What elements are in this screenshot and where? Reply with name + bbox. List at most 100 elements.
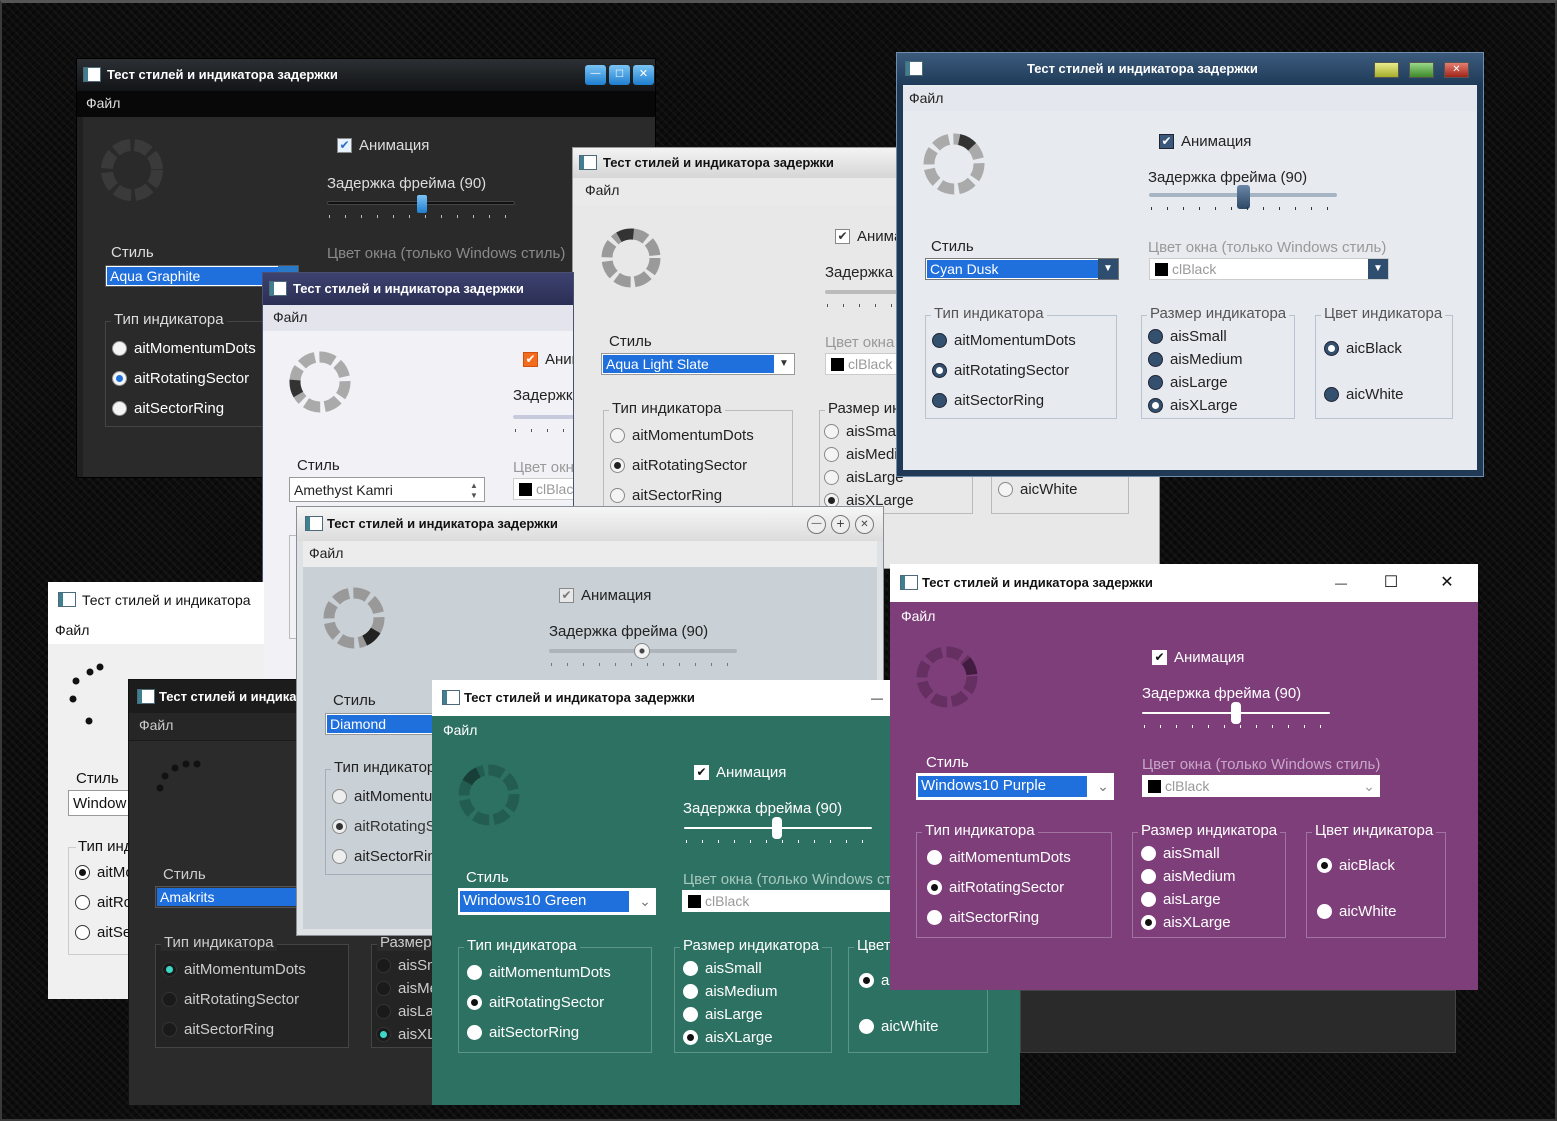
menu-file[interactable]: Файл xyxy=(909,90,943,106)
style-combo[interactable]: Aqua Light Slate ▼ xyxy=(601,353,795,375)
title-bar[interactable]: Тест стилей и индикатора задержки xyxy=(263,273,573,305)
radio-size-small[interactable]: aisSmall xyxy=(683,960,762,977)
maximize-button[interactable]: ☐ xyxy=(1368,564,1414,602)
color-swatch xyxy=(1155,263,1168,276)
menu-file[interactable]: Файл xyxy=(443,722,477,738)
radio-color-white[interactable]: aicWhite xyxy=(859,1018,939,1035)
radio-momentum-dots[interactable]: aitMomentumDots xyxy=(467,964,611,981)
frame-delay-slider[interactable] xyxy=(513,409,573,433)
app-icon xyxy=(900,575,918,590)
indicator-type-group: Тип индикатора aitMomentumDots aitRotati… xyxy=(458,937,652,1053)
radio-color-black[interactable]: aicBlack xyxy=(1324,340,1402,357)
radio-size-small[interactable]: aisSmall xyxy=(824,423,903,440)
radio-size-large[interactable]: aisLarge xyxy=(1148,374,1228,391)
radio-size-xlarge[interactable]: aisXLarge xyxy=(1148,397,1238,414)
radio-color-black[interactable]: aicBlack xyxy=(1317,857,1395,874)
menu-file[interactable]: Файл xyxy=(55,622,89,638)
radio-rotating-sector[interactable]: aitRotatingSector xyxy=(467,994,604,1011)
check-icon: ✔ xyxy=(523,352,538,367)
style-label: Стиль xyxy=(466,869,509,886)
minimize-button[interactable]: — xyxy=(1318,564,1364,602)
window-color-combo[interactable]: clBlack ⌄ xyxy=(1142,775,1380,797)
frame-delay-slider[interactable] xyxy=(1142,702,1330,729)
indicator-type-group: Тип индикатора aitMomentumDots aitRotati… xyxy=(603,400,793,514)
close-button[interactable]: ✕ xyxy=(855,515,874,534)
window-title: Тест стилей и индикатора задержки xyxy=(464,690,695,705)
radio-size-small[interactable]: aisSmall xyxy=(1148,328,1227,345)
radio-momentum-dots[interactable]: aitMomentumDots xyxy=(162,961,306,978)
menu-file[interactable]: Файл xyxy=(139,717,173,733)
window-windows10-purple: Тест стилей и индикатора задержки — ☐ ✕ … xyxy=(890,564,1478,990)
style-combo[interactable]: Amethyst Kamri ▲ ▼ xyxy=(289,477,485,502)
menu-file[interactable]: Файл xyxy=(273,309,307,325)
style-combo[interactable]: Cyan Dusk ▼ xyxy=(925,258,1119,280)
radio-sector-ring[interactable]: aitSectorRing xyxy=(332,848,444,865)
radio-color-white[interactable]: aicWhite xyxy=(1317,903,1397,920)
radio-momentum-dots[interactable]: aitMomentumDots xyxy=(927,849,1071,866)
minimize-button[interactable]: — xyxy=(862,680,892,716)
maximize-button[interactable] xyxy=(1409,62,1434,78)
radio-momentum-dots[interactable]: aitMomentumDots xyxy=(932,332,1076,349)
animation-checkbox[interactable]: ✔ Анимация xyxy=(523,351,573,368)
animation-label: Анимация xyxy=(581,587,652,604)
close-button[interactable]: ✕ xyxy=(633,65,654,85)
window-color-combo[interactable]: clBlack xyxy=(682,890,922,912)
menu-file[interactable]: Файл xyxy=(86,95,120,111)
title-bar[interactable]: Тест стилей и индикатора задержки — ☐ ✕ xyxy=(890,564,1478,602)
radio-size-small[interactable]: aisSmall xyxy=(1141,845,1220,862)
radio-sector-ring[interactable]: aitSectorRing xyxy=(932,392,1044,409)
radio-momentum-dots[interactable]: aitMomentumDots xyxy=(610,427,754,444)
radio-sector-ring[interactable]: aitSectorRing xyxy=(162,1021,274,1038)
radio-momentum-dots[interactable]: aitMomentumDots xyxy=(112,340,256,357)
minimize-button[interactable]: — xyxy=(585,65,606,85)
title-bar[interactable]: Тест стилей и индикатора задержки — + ✕ xyxy=(297,507,883,541)
menu-file[interactable]: Файл xyxy=(585,182,619,198)
close-button[interactable]: ✕ xyxy=(1444,62,1469,78)
radio-rotating-sector[interactable]: aitRotatingSector xyxy=(927,879,1064,896)
window-color-combo[interactable]: clBlack ▼ xyxy=(1149,258,1389,280)
frame-delay-slider[interactable] xyxy=(684,817,872,844)
minimize-button[interactable] xyxy=(1374,62,1399,78)
style-combo[interactable]: Windows10 Green ⌄ xyxy=(458,888,656,915)
radio-rotating-sector[interactable]: aitRotatingSector xyxy=(610,457,747,474)
animation-checkbox[interactable]: ✔ Анимация xyxy=(694,764,786,781)
style-combo[interactable]: Windows10 Purple ⌄ xyxy=(916,773,1114,800)
window-title: Тест стилей и индикатора задержки xyxy=(327,516,558,531)
radio-color-white[interactable]: aicWhite xyxy=(998,481,1078,498)
maximize-button[interactable]: ☐ xyxy=(609,65,630,85)
frame-delay-slider[interactable] xyxy=(1149,185,1337,211)
radio-sector-ring[interactable]: aitSectorRing xyxy=(610,487,722,504)
radio-size-medium[interactable]: aisMedium xyxy=(683,983,778,1000)
radio-sector-ring[interactable]: aitSectorRing xyxy=(467,1024,579,1041)
radio-size-medium[interactable]: aisMedium xyxy=(1148,351,1243,368)
maximize-button[interactable]: + xyxy=(831,515,850,534)
frame-delay-slider[interactable] xyxy=(549,643,737,667)
title-bar[interactable]: Тест стилей и индикатора задержки — ☐ ✕ xyxy=(77,59,655,91)
app-icon xyxy=(269,281,287,296)
radio-sector-ring[interactable]: aitSectorRing xyxy=(927,909,1039,926)
menu-file[interactable]: Файл xyxy=(309,545,343,561)
radio-size-large[interactable]: aisLarge xyxy=(824,469,904,486)
radio-rotating-sector[interactable]: aitRotatingSector xyxy=(112,370,249,387)
radio-size-large[interactable]: aisLarge xyxy=(1141,891,1221,908)
frame-delay-label: Задержка фрейма (90) xyxy=(683,800,843,817)
radio-size-xlarge[interactable]: aisXLarge xyxy=(683,1029,773,1046)
menu-file[interactable]: Файл xyxy=(901,608,935,624)
radio-rotating-sector[interactable]: aitRotatingSector xyxy=(932,362,1069,379)
close-button[interactable]: ✕ xyxy=(1424,564,1470,602)
radio-size-large[interactable]: aisLarge xyxy=(683,1006,763,1023)
title-bar[interactable]: Тест стилей и индикатора xyxy=(48,582,264,618)
minimize-button[interactable]: — xyxy=(807,515,826,534)
radio-color-white[interactable]: aicWhite xyxy=(1324,386,1404,403)
animation-checkbox[interactable]: ✔ Анимация xyxy=(337,137,429,154)
window-color-combo[interactable]: clBlack xyxy=(513,478,573,500)
animation-checkbox[interactable]: ✔ Анимация xyxy=(1152,649,1244,666)
frame-delay-slider[interactable] xyxy=(327,195,515,219)
radio-rotating-sector[interactable]: aitRotatingSector xyxy=(162,991,299,1008)
radio-size-medium[interactable]: aisMedium xyxy=(1141,868,1236,885)
title-bar[interactable]: Тест стилей и индикатора задержки ✕ xyxy=(897,53,1483,85)
animation-checkbox[interactable]: ✔ Анимация xyxy=(1159,133,1251,150)
radio-size-xlarge[interactable]: aisXLarge xyxy=(1141,914,1231,931)
animation-checkbox[interactable]: ✔ Анимация xyxy=(559,587,651,604)
radio-sector-ring[interactable]: aitSectorRing xyxy=(112,400,224,417)
